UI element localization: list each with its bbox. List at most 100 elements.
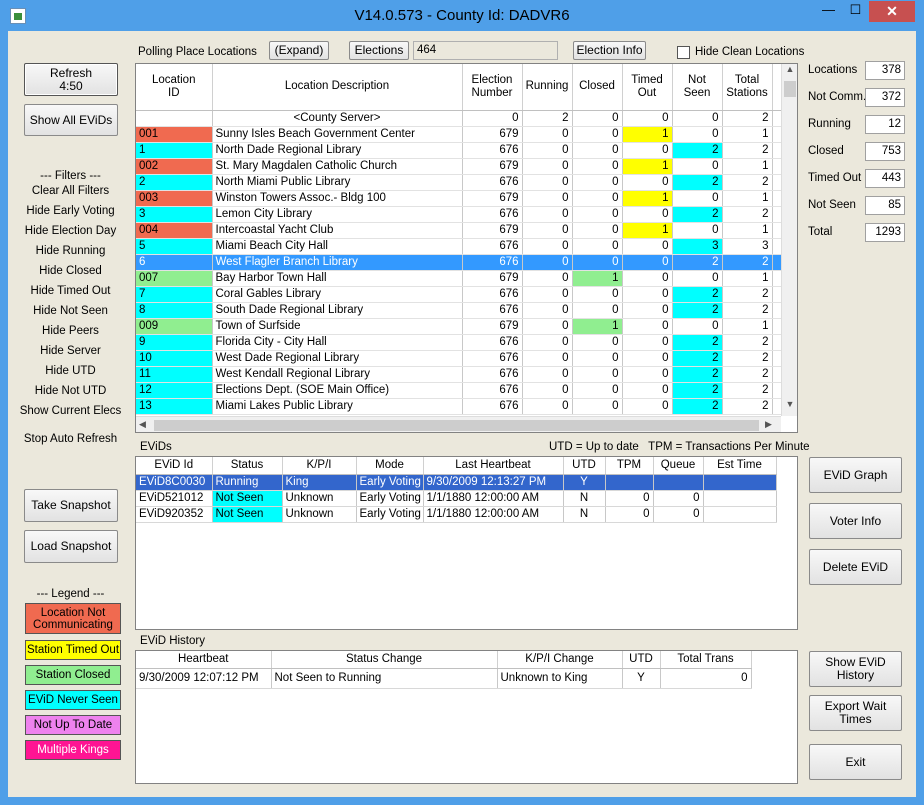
vertical-scrollbar[interactable]: ▲ ▼ — [781, 64, 797, 416]
location-row[interactable]: 1 North Dade Regional Library 676 0 0 0 2 2 — [136, 142, 783, 159]
filter-5[interactable]: Hide Timed Out — [17, 285, 124, 297]
loc-col-header-1[interactable]: Location Description — [212, 64, 463, 111]
evids-grid[interactable]: EViD Id Status K/P/I Mode Last Heartbeat UTD T… — [135, 456, 798, 630]
location-row[interactable]: 009 Town of Surfside 679 0 1 0 0 1 — [136, 318, 783, 335]
evid-row[interactable]: EViD920352 Not Seen Unknown Early Voting 1/1… — [136, 506, 777, 523]
election-info-button[interactable]: Election Info — [573, 41, 646, 60]
expand-button[interactable]: (Expand) — [269, 41, 329, 60]
scroll-thumb[interactable] — [784, 81, 796, 97]
location-row[interactable]: 10 West Dade Regional Library 676 0 0 0 2 2 — [136, 350, 783, 367]
evid-col-header-6[interactable]: TPM — [605, 457, 654, 475]
evid-col-header-0[interactable]: EViD Id — [136, 457, 213, 475]
history-col-header-4[interactable]: Total Trans — [660, 651, 752, 669]
location-cell-desc: Bay Harbor Town Hall — [212, 270, 463, 287]
voter-info-button[interactable]: Voter Info — [809, 503, 902, 539]
location-cell-to: 0 — [622, 270, 673, 287]
location-row[interactable]: <County Server> 0 2 0 0 0 2 — [136, 110, 783, 127]
evid-cell-utd: N — [563, 490, 606, 507]
evid-col-header-3[interactable]: Mode — [356, 457, 424, 475]
location-row[interactable]: 13 Miami Lakes Public Library 676 0 0 0 2 2 — [136, 398, 783, 415]
evid-col-header-2[interactable]: K/P/I — [282, 457, 357, 475]
filter-8[interactable]: Hide Server — [17, 345, 124, 357]
location-row[interactable]: 001 Sunny Isles Beach Government Center 67… — [136, 126, 783, 143]
filter-10[interactable]: Hide Not UTD — [17, 385, 124, 397]
history-row[interactable]: 9/30/2009 12:07:12 PM Not Seen to Running… — [136, 668, 752, 689]
history-col-header-1[interactable]: Status Change — [271, 651, 498, 669]
location-row[interactable]: 002 St. Mary Magdalen Catholic Church 679 0… — [136, 158, 783, 175]
close-button[interactable]: ✕ — [869, 1, 915, 22]
location-cell-desc: Florida City - City Hall — [212, 334, 463, 351]
locations-grid[interactable]: Location ID Location Description Election … — [135, 63, 798, 433]
filter-9[interactable]: Hide UTD — [17, 365, 124, 377]
loc-col-header-3[interactable]: Running — [522, 64, 573, 111]
export-wait-times-button[interactable]: Export Wait Times — [809, 695, 902, 731]
stop-auto-refresh-button[interactable]: Stop Auto Refresh — [17, 433, 124, 445]
location-cell-elec: 676 — [462, 206, 523, 223]
location-row[interactable]: 5 Miami Beach City Hall 676 0 0 0 3 3 — [136, 238, 783, 255]
evid-cell-est — [703, 490, 777, 507]
hscroll-thumb[interactable] — [154, 420, 759, 431]
evid-col-header-5[interactable]: UTD — [563, 457, 606, 475]
location-row[interactable]: 004 Intercoastal Yacht Club 679 0 0 1 0 1 — [136, 222, 783, 239]
location-cell-closed: 0 — [572, 238, 623, 255]
evid-graph-button[interactable]: EViD Graph — [809, 457, 902, 493]
location-row[interactable]: 2 North Miami Public Library 676 0 0 0 2 2 — [136, 174, 783, 191]
evid-col-header-7[interactable]: Queue — [653, 457, 704, 475]
scroll-up-arrow-icon[interactable]: ▲ — [782, 64, 797, 80]
scroll-left-arrow-icon[interactable]: ◀ — [139, 419, 151, 431]
scroll-down-arrow-icon[interactable]: ▼ — [782, 399, 797, 415]
loc-col-header-6[interactable]: Not Seen — [672, 64, 723, 111]
evid-row[interactable]: EViD8C0030 Running King Early Voting 9/30/20… — [136, 474, 777, 491]
loc-col-header-4[interactable]: Closed — [572, 64, 623, 111]
history-col-header-2[interactable]: K/P/I Change — [497, 651, 623, 669]
delete-evid-button[interactable]: Delete EViD — [809, 549, 902, 585]
loc-col-header-0[interactable]: Location ID — [136, 64, 213, 111]
location-row[interactable]: 8 South Dade Regional Library 676 0 0 0 2 2 — [136, 302, 783, 319]
location-row[interactable]: 6 West Flagler Branch Library 676 0 0 0 2 2 — [136, 254, 783, 271]
hide-clean-checkbox[interactable] — [677, 46, 690, 59]
refresh-button[interactable]: Refresh 4:50 — [24, 63, 118, 96]
show-all-evids-button[interactable]: Show All EViDs — [24, 104, 118, 136]
filter-0[interactable]: Clear All Filters — [17, 185, 124, 197]
filter-11[interactable]: Show Current Elecs — [17, 405, 124, 417]
filter-2[interactable]: Hide Election Day — [17, 225, 124, 237]
location-row[interactable]: 007 Bay Harbor Town Hall 679 0 1 0 0 1 — [136, 270, 783, 287]
location-row[interactable]: 9 Florida City - City Hall 676 0 0 0 2 2 — [136, 334, 783, 351]
location-row[interactable]: 12 Elections Dept. (SOE Main Office) 676 0 0… — [136, 382, 783, 399]
history-grid[interactable]: Heartbeat Status Change K/P/I Change UTD Tot… — [135, 650, 798, 784]
show-evid-history-button[interactable]: Show EViD History — [809, 651, 902, 687]
filter-3[interactable]: Hide Running — [17, 245, 124, 257]
location-cell-id: 12 — [136, 382, 213, 399]
location-row[interactable]: 11 West Kendall Regional Library 676 0 0 0 2 2 — [136, 366, 783, 383]
location-cell-closed: 0 — [572, 190, 623, 207]
filter-6[interactable]: Hide Not Seen — [17, 305, 124, 317]
location-row[interactable]: 003 Winston Towers Assoc.- Bldg 100 679 0 0 1… — [136, 190, 783, 207]
take-snapshot-button[interactable]: Take Snapshot — [24, 489, 118, 522]
scroll-right-arrow-icon[interactable]: ▶ — [765, 419, 777, 431]
location-row[interactable]: 3 Lemon City Library 676 0 0 0 2 2 — [136, 206, 783, 223]
location-cell-elec: 679 — [462, 270, 523, 287]
loc-col-header-2[interactable]: Election Number — [462, 64, 523, 111]
evid-cell-kpi: Unknown — [282, 490, 357, 507]
horizontal-scrollbar[interactable]: ◀ ▶ — [136, 416, 781, 432]
minimize-button[interactable]: — — [815, 1, 842, 21]
elections-button[interactable]: Elections — [349, 41, 409, 60]
loc-col-header-5[interactable]: Timed Out — [622, 64, 673, 111]
filter-1[interactable]: Hide Early Voting — [17, 205, 124, 217]
stat-label-1: Not Comm. — [808, 91, 867, 103]
exit-button[interactable]: Exit — [809, 744, 902, 780]
load-snapshot-button[interactable]: Load Snapshot — [24, 530, 118, 563]
history-col-header-3[interactable]: UTD — [622, 651, 661, 669]
loc-col-header-7[interactable]: Total Stations — [722, 64, 773, 111]
history-col-header-0[interactable]: Heartbeat — [136, 651, 272, 669]
filter-4[interactable]: Hide Closed — [17, 265, 124, 277]
filter-7[interactable]: Hide Peers — [17, 325, 124, 337]
election-field[interactable]: 464 — [413, 41, 558, 60]
evid-col-header-8[interactable]: Est Time — [703, 457, 777, 475]
evid-row[interactable]: EViD521012 Not Seen Unknown Early Voting 1/1… — [136, 490, 777, 507]
evid-col-header-1[interactable]: Status — [212, 457, 283, 475]
location-cell-id: 1 — [136, 142, 213, 159]
maximize-button[interactable]: ☐ — [842, 1, 869, 21]
evid-col-header-4[interactable]: Last Heartbeat — [423, 457, 564, 475]
location-row[interactable]: 7 Coral Gables Library 676 0 0 0 2 2 — [136, 286, 783, 303]
